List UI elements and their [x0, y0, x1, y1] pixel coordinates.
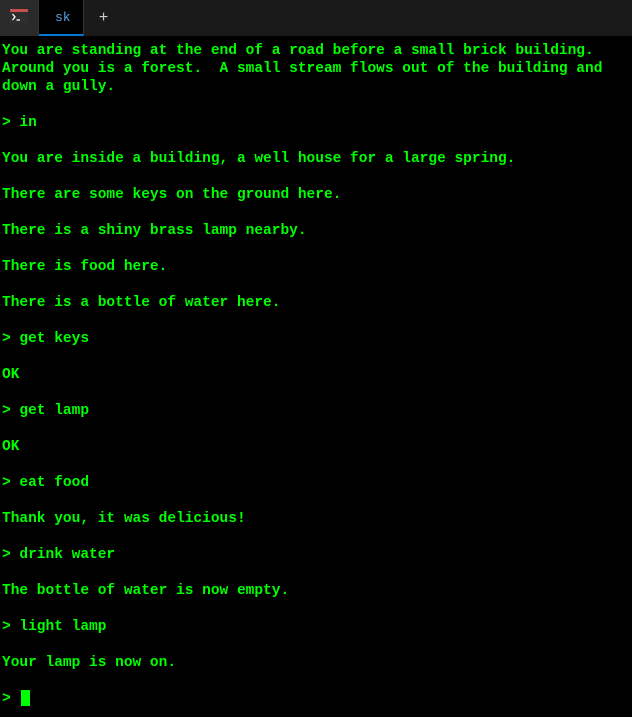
- blank-line: [2, 240, 630, 258]
- terminal-output[interactable]: You are standing at the end of a road be…: [0, 36, 632, 714]
- tab-terminal-icon[interactable]: [0, 0, 39, 36]
- game-output-line: You are standing at the end of a road be…: [2, 42, 630, 96]
- blank-line: [2, 132, 630, 150]
- blank-line: [2, 564, 630, 582]
- prompt-symbol: >: [2, 115, 19, 131]
- tab-active[interactable]: sk: [39, 0, 84, 36]
- blank-line: [2, 492, 630, 510]
- blank-line: [2, 312, 630, 330]
- user-command: get keys: [19, 331, 89, 347]
- game-output-line: Your lamp is now on.: [2, 654, 630, 672]
- prompt-symbol: >: [2, 690, 19, 708]
- prompt-line: > in: [2, 114, 630, 132]
- prompt-line: > eat food: [2, 474, 630, 492]
- blank-line: [2, 672, 630, 690]
- prompt-symbol: >: [2, 547, 19, 563]
- user-command: eat food: [19, 475, 89, 491]
- prompt-line: > light lamp: [2, 618, 630, 636]
- prompt-symbol: >: [2, 331, 19, 347]
- game-output-line: The bottle of water is now empty.: [2, 582, 630, 600]
- blank-line: [2, 456, 630, 474]
- blank-line: [2, 168, 630, 186]
- terminal-icon: [10, 9, 28, 27]
- tab-label: sk: [55, 10, 71, 25]
- prompt-symbol: >: [2, 403, 19, 419]
- prompt-symbol: >: [2, 475, 19, 491]
- blank-line: [2, 384, 630, 402]
- new-tab-button[interactable]: +: [84, 0, 124, 36]
- user-command: get lamp: [19, 403, 89, 419]
- user-command: in: [19, 115, 36, 131]
- active-prompt-line[interactable]: >: [2, 690, 630, 708]
- game-output-line: There is a shiny brass lamp nearby.: [2, 222, 630, 240]
- blank-line: [2, 204, 630, 222]
- prompt-line: > get lamp: [2, 402, 630, 420]
- game-output-line: There is food here.: [2, 258, 630, 276]
- blank-line: [2, 528, 630, 546]
- plus-icon: +: [99, 9, 109, 27]
- blank-line: [2, 276, 630, 294]
- tab-bar: sk +: [0, 0, 632, 36]
- blank-line: [2, 636, 630, 654]
- prompt-line: > get keys: [2, 330, 630, 348]
- blank-line: [2, 348, 630, 366]
- game-output-line: There is a bottle of water here.: [2, 294, 630, 312]
- blank-line: [2, 600, 630, 618]
- prompt-line: > drink water: [2, 546, 630, 564]
- user-command: light lamp: [19, 619, 106, 635]
- game-output-line: Thank you, it was delicious!: [2, 510, 630, 528]
- cursor: [21, 690, 30, 706]
- game-output-line: You are inside a building, a well house …: [2, 150, 630, 168]
- blank-line: [2, 420, 630, 438]
- game-output-line: There are some keys on the ground here.: [2, 186, 630, 204]
- game-output-line: OK: [2, 366, 630, 384]
- blank-line: [2, 96, 630, 114]
- game-output-line: OK: [2, 438, 630, 456]
- user-command: drink water: [19, 547, 115, 563]
- prompt-symbol: >: [2, 619, 19, 635]
